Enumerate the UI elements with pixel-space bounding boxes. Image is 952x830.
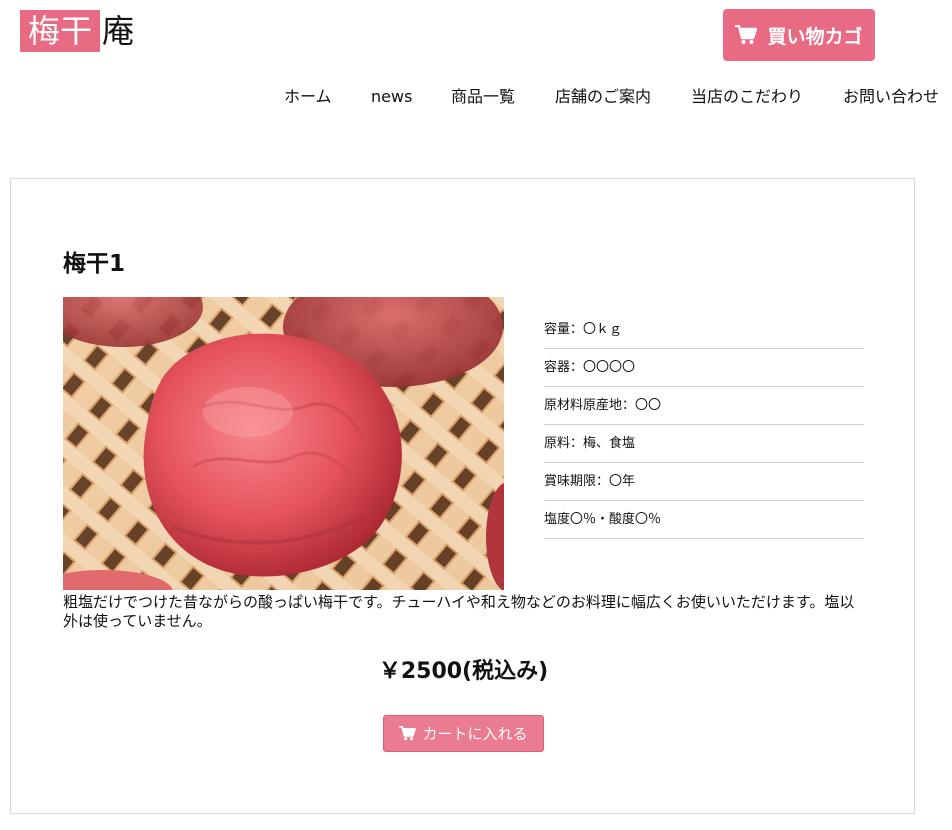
add-to-cart-button[interactable]: カートに入れる xyxy=(383,715,544,752)
spec-salt-acidity: 塩度〇％・酸度〇％ xyxy=(544,501,864,539)
nav-item-news[interactable]: news xyxy=(371,86,412,108)
nav-item-store-guide[interactable]: 店舗のご案内 xyxy=(555,86,651,108)
nav-item-contact[interactable]: お問い合わせ xyxy=(843,86,939,108)
main-nav: ホーム news 商品一覧 店舗のご案内 当店のこだわり お問い合わせ xyxy=(0,86,952,108)
product-card: 梅干1 容量：〇ｋｇ 容器：〇〇〇〇 原材料原産地：〇〇 原料：梅、食塩 賞味期… xyxy=(10,178,915,814)
product-price: ￥2500(税込み) xyxy=(378,659,549,684)
product-title: 梅干1 xyxy=(63,251,126,277)
nav-item-products[interactable]: 商品一覧 xyxy=(451,86,515,108)
shopping-cart-icon xyxy=(399,726,417,741)
product-description: 粗塩だけでつけた昔ながらの酸っぱい梅干です。チューハイや和え物などのお料理に幅広… xyxy=(63,593,855,630)
nav-item-commitment[interactable]: 当店のこだわり xyxy=(691,86,803,108)
spec-expiry: 賞味期限：〇年 xyxy=(544,463,864,501)
nav-item-home[interactable]: ホーム xyxy=(284,86,332,108)
add-to-cart-label: カートに入れる xyxy=(422,725,528,743)
logo-mark: 梅干 xyxy=(20,10,101,52)
logo-text: 庵 xyxy=(102,12,135,50)
product-image xyxy=(63,297,504,590)
spec-ingredients: 原料：梅、食塩 xyxy=(544,425,864,463)
spec-capacity: 容量：〇ｋｇ xyxy=(544,311,864,349)
shopping-cart-label: 買い物カゴ xyxy=(767,25,863,48)
shopping-cart-icon xyxy=(735,25,758,45)
spec-container: 容器：〇〇〇〇 xyxy=(544,349,864,387)
shopping-cart-button[interactable]: 買い物カゴ xyxy=(723,9,875,61)
page: 梅干 庵 買い物カゴ ホーム news 商品一覧 店舗のご案内 当店のこだわり … xyxy=(0,0,952,830)
product-spec-list: 容量：〇ｋｇ 容器：〇〇〇〇 原材料原産地：〇〇 原料：梅、食塩 賞味期限：〇年… xyxy=(544,311,864,539)
site-logo[interactable]: 梅干 庵 xyxy=(20,10,134,52)
spec-origin: 原材料原産地：〇〇 xyxy=(544,387,864,425)
